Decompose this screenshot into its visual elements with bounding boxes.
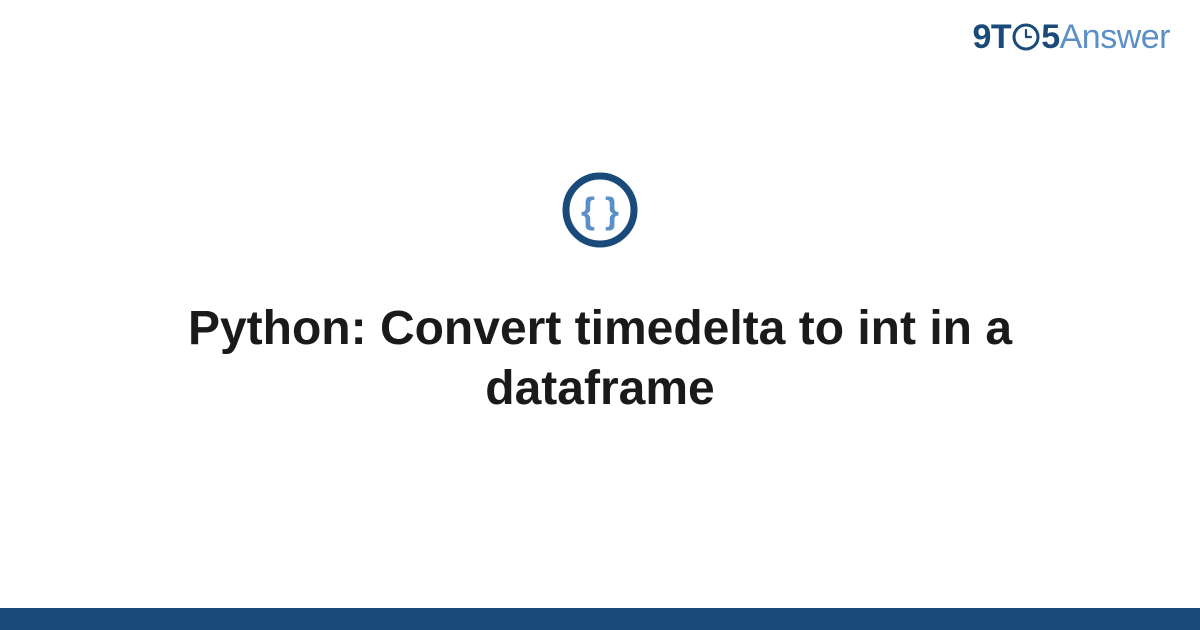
page-title: Python: Convert timedelta to int in a da…	[100, 299, 1100, 419]
footer-accent-bar	[0, 608, 1200, 630]
code-braces-icon: { }	[561, 171, 639, 249]
svg-text:{ }: { }	[581, 190, 619, 231]
main-content: { } Python: Convert timedelta to int in …	[0, 0, 1200, 630]
